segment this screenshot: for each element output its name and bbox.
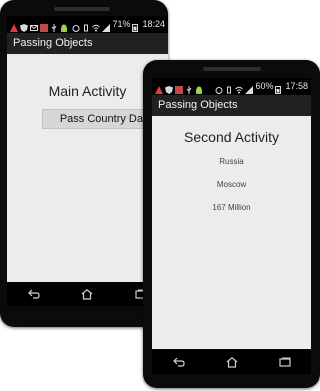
usb-icon — [50, 21, 58, 32]
battery-percent: 71% — [112, 19, 131, 29]
notification-icon — [175, 83, 183, 94]
battery-icon — [275, 83, 283, 94]
warning-icon — [10, 21, 18, 32]
action-bar: Passing Objects — [7, 33, 168, 54]
alarm-icon — [72, 21, 80, 32]
action-bar: Passing Objects — [152, 95, 311, 116]
clock: 17:58 — [285, 81, 308, 91]
home-icon[interactable] — [81, 288, 93, 300]
signal-icon — [245, 83, 254, 94]
wifi-icon — [235, 83, 244, 93]
alarm-icon — [215, 83, 223, 94]
app-title: Passing Objects — [13, 37, 93, 49]
vibrate-icon — [82, 21, 90, 31]
status-bar: 71% 18:24 — [7, 16, 168, 33]
app-title: Passing Objects — [158, 99, 238, 111]
clock: 18:24 — [142, 19, 165, 29]
mail-icon — [30, 21, 38, 31]
navigation-bar — [152, 350, 311, 374]
signal-icon — [102, 21, 111, 32]
second-device: 60% 17:58 Passing Objects Second Activit… — [143, 60, 320, 388]
battery-percent: 60% — [255, 81, 274, 91]
usb-icon — [185, 83, 193, 94]
vibrate-icon — [225, 83, 233, 93]
second-screen: 60% 17:58 Passing Objects Second Activit… — [152, 78, 311, 349]
shield-icon — [165, 83, 173, 94]
battery-icon — [132, 21, 140, 32]
home-icon[interactable] — [226, 356, 238, 368]
speaker-grille — [54, 7, 110, 11]
page-title: Second Activity — [184, 129, 279, 145]
android-icon — [195, 83, 203, 94]
status-bar: 60% 17:58 — [152, 78, 311, 95]
country-name: Russia — [219, 157, 244, 166]
population-value: 167 Million — [212, 203, 251, 212]
android-icon — [60, 21, 68, 32]
notification-icon — [40, 21, 48, 32]
wifi-icon — [92, 21, 101, 31]
back-icon[interactable] — [172, 357, 185, 367]
warning-icon — [155, 83, 163, 94]
shield-icon — [20, 21, 28, 32]
speaker-grille — [203, 67, 261, 71]
back-icon[interactable] — [27, 289, 40, 299]
recents-icon[interactable] — [278, 357, 291, 367]
capital-name: Moscow — [216, 180, 247, 189]
